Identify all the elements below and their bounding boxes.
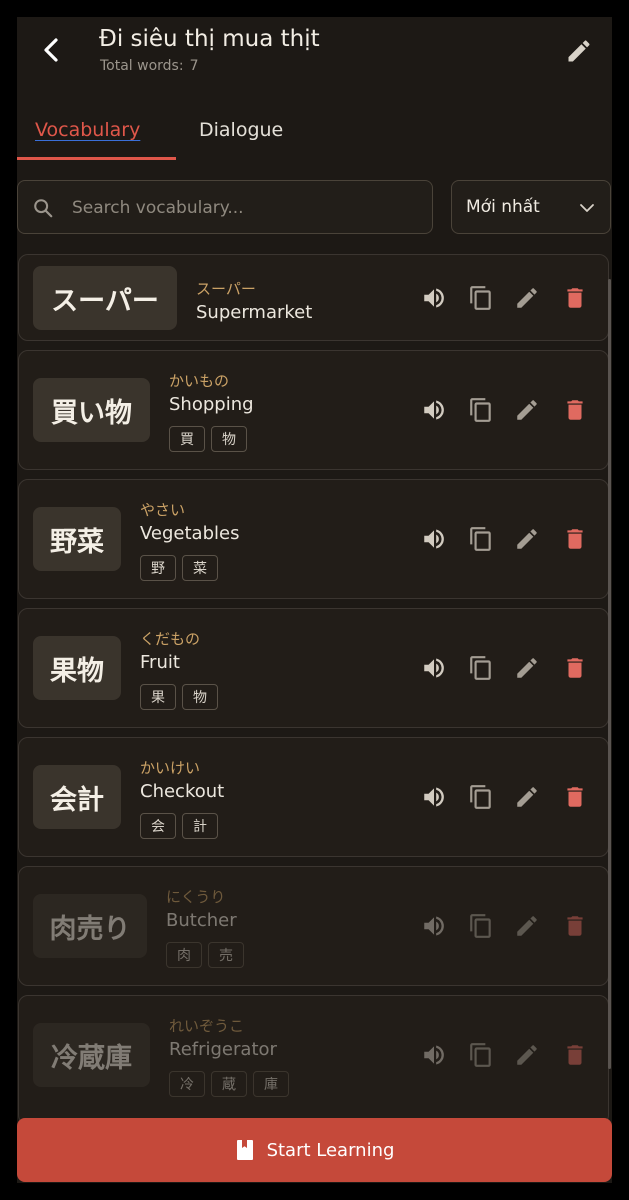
kanji-chips: 冷 蔵 庫 — [169, 1071, 289, 1097]
kanji-chip[interactable]: 菜 — [182, 555, 218, 581]
word-display: スーパー — [33, 266, 177, 330]
kanji-chips: 野 菜 — [140, 555, 218, 581]
edit-pencil-icon[interactable] — [514, 397, 540, 423]
copy-icon[interactable] — [468, 655, 494, 681]
word-reading: れいぞうこ — [169, 1017, 245, 1035]
word-reading: スーパー — [196, 280, 256, 298]
copy-icon[interactable] — [468, 1042, 494, 1068]
kanji-chips: 買 物 — [169, 426, 247, 452]
kanji-chip[interactable]: 庫 — [253, 1071, 289, 1097]
kanji-chip[interactable]: 会 — [140, 813, 176, 839]
edit-pencil-icon[interactable] — [514, 285, 540, 311]
kanji-chip[interactable]: 買 — [169, 426, 205, 452]
speaker-icon[interactable] — [421, 397, 447, 423]
word-display: 野菜 — [33, 507, 121, 571]
app-frame: Đi siêu thị mua thịt Total words: 7 Vocab… — [17, 17, 612, 1183]
kanji-chip[interactable]: 冷 — [169, 1071, 205, 1097]
speaker-icon[interactable] — [421, 1042, 447, 1068]
edit-pencil-icon[interactable] — [514, 655, 540, 681]
word-reading: にくうり — [166, 888, 226, 906]
word-display: 会計 — [33, 765, 121, 829]
vocabulary-card[interactable]: 野菜 やさい Vegetables 野 菜 — [18, 479, 609, 599]
edit-pencil-icon[interactable] — [514, 526, 540, 552]
copy-icon[interactable] — [468, 526, 494, 552]
kanji-chip[interactable]: 計 — [182, 813, 218, 839]
trash-icon[interactable] — [562, 526, 588, 552]
word-display: 果物 — [33, 636, 121, 700]
kanji-chip[interactable]: 肉 — [166, 942, 202, 968]
trash-icon[interactable] — [562, 1042, 588, 1068]
speaker-icon[interactable] — [421, 285, 447, 311]
word-reading: くだもの — [140, 630, 201, 648]
vocabulary-card[interactable]: 会計 かいけい Checkout 会 計 — [18, 737, 609, 857]
kanji-chip[interactable]: 野 — [140, 555, 176, 581]
speaker-icon[interactable] — [421, 526, 447, 552]
copy-icon[interactable] — [468, 784, 494, 810]
vocabulary-card[interactable]: 果物 くだもの Fruit 果 物 — [18, 608, 609, 728]
copy-icon[interactable] — [468, 285, 494, 311]
kanji-chip[interactable]: 物 — [182, 684, 218, 710]
vocabulary-card[interactable]: スーパー スーパー Supermarket — [18, 254, 609, 341]
vocabulary-list: スーパー スーパー Supermarket 買い物 かいもの Shopping … — [17, 17, 612, 1183]
kanji-chips: 果 物 — [140, 684, 218, 710]
vocabulary-card[interactable]: 買い物 かいもの Shopping 買 物 — [18, 350, 609, 470]
vocabulary-card[interactable]: 肉売り にくうり Butcher 肉 売 — [18, 866, 609, 986]
word-meaning: Butcher — [166, 910, 237, 931]
start-learning-label: Start Learning — [266, 1139, 395, 1161]
speaker-icon[interactable] — [421, 913, 447, 939]
trash-icon[interactable] — [562, 913, 588, 939]
word-meaning: Checkout — [140, 781, 225, 802]
word-display: 買い物 — [33, 378, 150, 442]
word-reading: かいけい — [140, 759, 201, 777]
edit-pencil-icon[interactable] — [514, 784, 540, 810]
word-reading: かいもの — [169, 372, 230, 390]
copy-icon[interactable] — [468, 397, 494, 423]
word-meaning: Fruit — [140, 652, 180, 673]
kanji-chip[interactable]: 果 — [140, 684, 176, 710]
edit-pencil-icon[interactable] — [514, 1042, 540, 1068]
edit-pencil-icon[interactable] — [514, 913, 540, 939]
book-icon — [236, 1140, 253, 1160]
word-meaning: Shopping — [169, 394, 254, 415]
list-scrollbar[interactable] — [608, 279, 611, 1069]
trash-icon[interactable] — [562, 285, 588, 311]
word-meaning: Refrigerator — [169, 1039, 277, 1060]
start-learning-button[interactable]: Start Learning — [17, 1118, 612, 1182]
word-display: 冷蔵庫 — [33, 1023, 150, 1087]
trash-icon[interactable] — [562, 784, 588, 810]
speaker-icon[interactable] — [421, 784, 447, 810]
vocabulary-card[interactable]: 冷蔵庫 れいぞうこ Refrigerator 冷 蔵 庫 — [18, 995, 609, 1125]
speaker-icon[interactable] — [421, 655, 447, 681]
kanji-chips: 肉 売 — [166, 942, 244, 968]
word-display: 肉売り — [33, 894, 147, 958]
trash-icon[interactable] — [562, 655, 588, 681]
word-reading: やさい — [140, 501, 186, 519]
copy-icon[interactable] — [468, 913, 494, 939]
kanji-chip[interactable]: 売 — [208, 942, 244, 968]
kanji-chip[interactable]: 物 — [211, 426, 247, 452]
word-meaning: Supermarket — [196, 302, 313, 323]
kanji-chip[interactable]: 蔵 — [211, 1071, 247, 1097]
kanji-chips: 会 計 — [140, 813, 218, 839]
trash-icon[interactable] — [562, 397, 588, 423]
word-meaning: Vegetables — [140, 523, 240, 544]
